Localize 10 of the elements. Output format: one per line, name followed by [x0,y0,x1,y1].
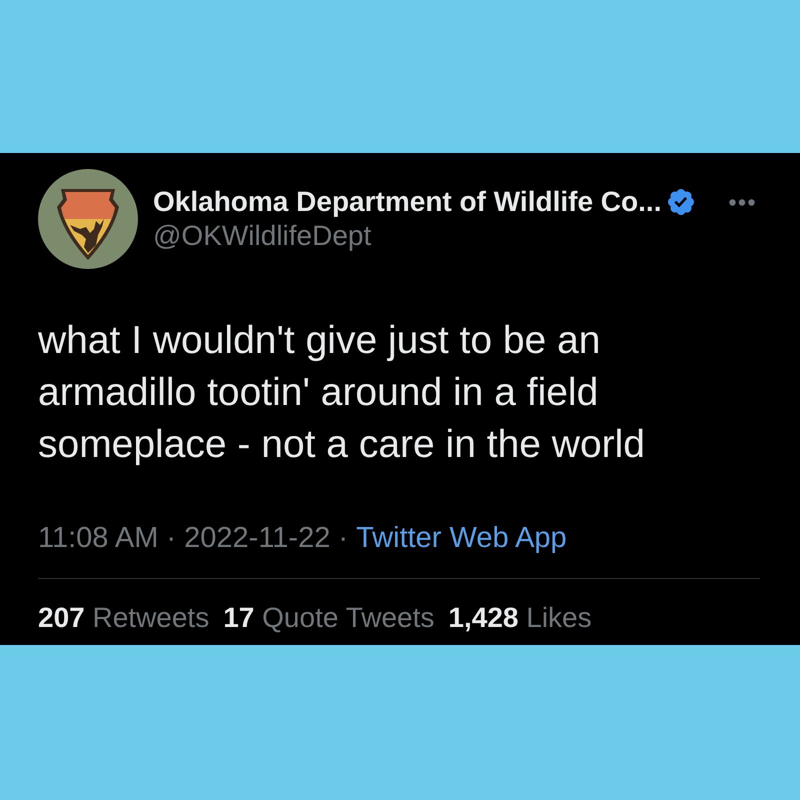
stat-link[interactable]: 207 Retweets [38,601,210,635]
source-link[interactable]: Twitter Web App [356,521,567,555]
author-handle[interactable]: @OKWildlifeDept [153,219,372,253]
shield-avatar-icon[interactable] [38,169,138,269]
stat-link[interactable]: 1,428 Likes [448,601,592,635]
more-icon[interactable] [729,198,755,206]
tweet-text: what I wouldn't give just to be an armadillo tootin' around in a field someplace - not a care in the world [38,318,646,468]
stat-link[interactable]: 17 Quote Tweets [223,601,434,635]
tweet-timestamp: 11:08 AM · 2022-11-22 · [38,521,348,555]
author-name[interactable]: Oklahoma Department of Wildlife Co... [153,185,662,219]
